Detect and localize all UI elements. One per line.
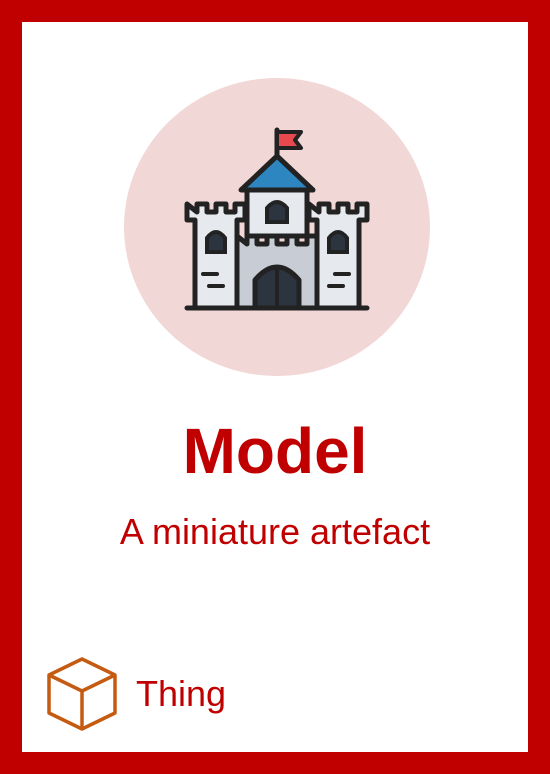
- card-title: Model: [182, 415, 368, 487]
- category-tag: Thing: [45, 654, 226, 734]
- cube-icon: [47, 657, 117, 731]
- castle-icon: [184, 127, 370, 311]
- card-subtitle: A miniature artefact: [119, 511, 431, 552]
- category-label: Thing: [136, 673, 227, 714]
